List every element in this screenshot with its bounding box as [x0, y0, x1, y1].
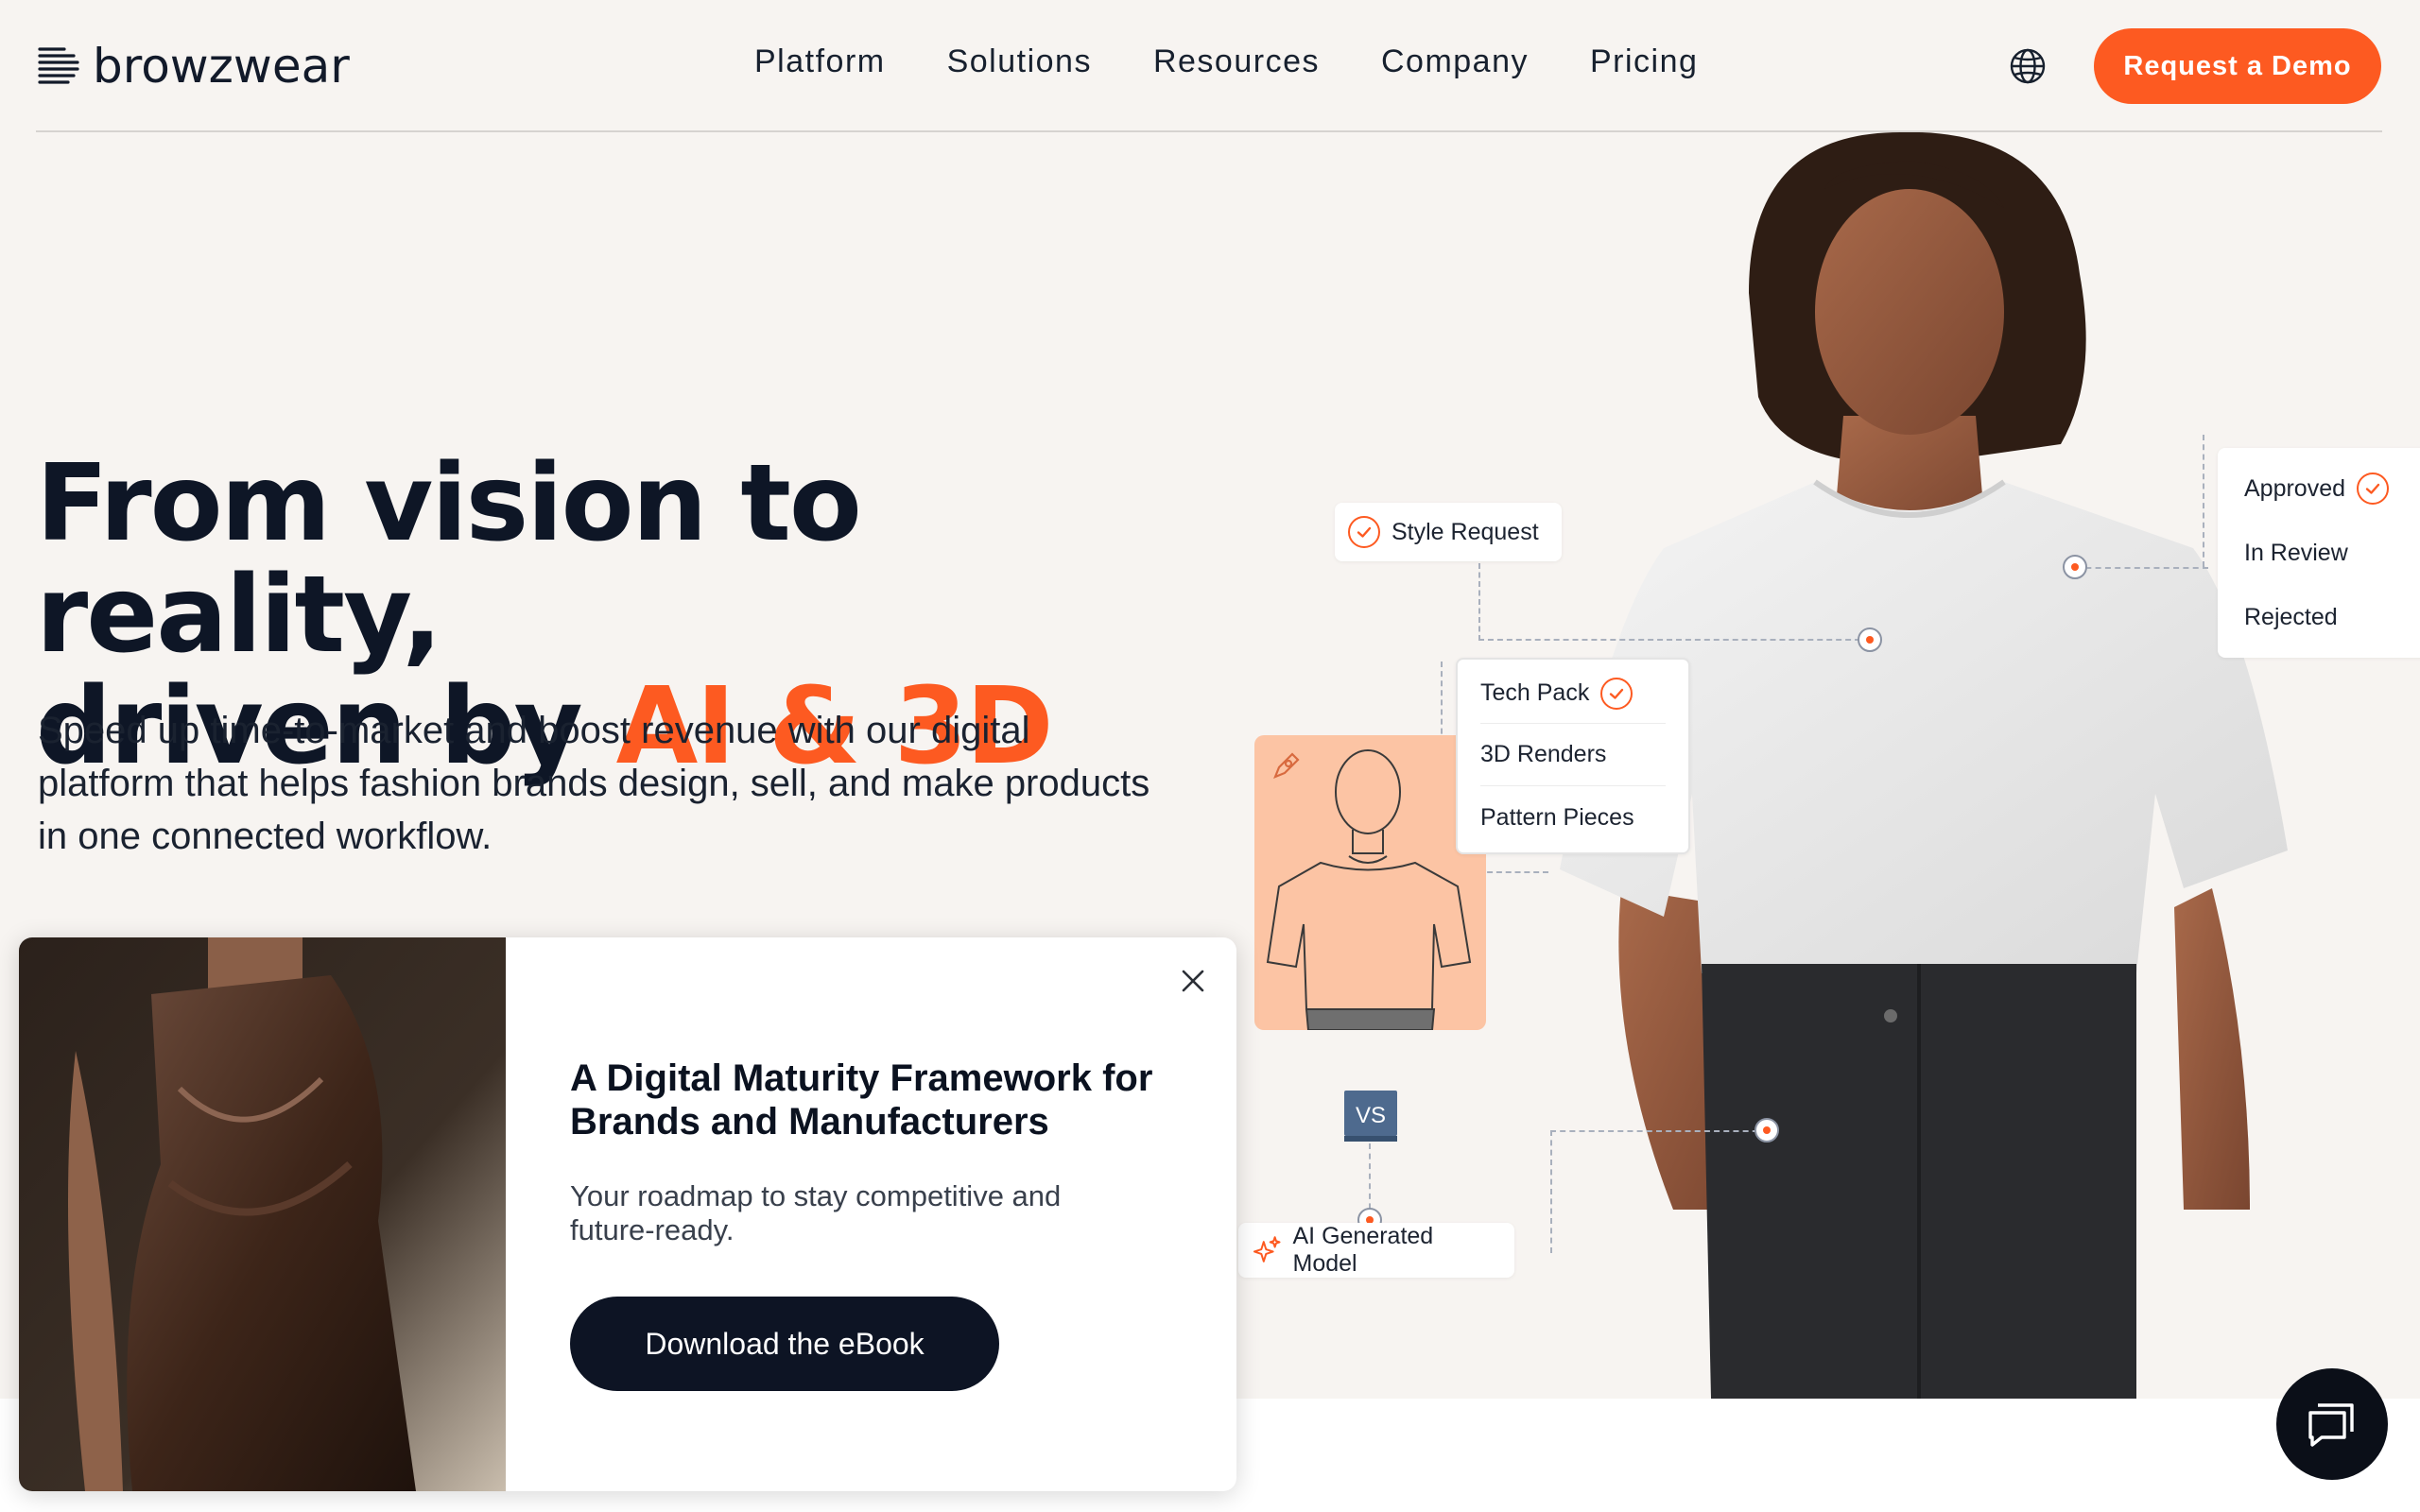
pattern-pieces-label: Pattern Pieces	[1480, 803, 1634, 831]
site-header: browzwear Platform Solutions Resources C…	[0, 0, 2420, 132]
nav-item-resources[interactable]: Resources	[1153, 43, 1320, 80]
page: browzwear Platform Solutions Resources C…	[0, 0, 2420, 1512]
hotspot-pin[interactable]	[1858, 627, 1882, 652]
status-approved-label: Approved	[2244, 474, 2346, 502]
connector-line	[1478, 563, 1480, 641]
download-ebook-button[interactable]: Download the eBook	[570, 1297, 999, 1391]
logo-text: browzwear	[93, 39, 350, 94]
status-approved[interactable]: Approved	[2244, 456, 2390, 521]
hero-subtext: Speed up time-to-market and boost revenu…	[38, 710, 1150, 857]
status-rejected[interactable]: Rejected	[2244, 585, 2338, 649]
connector-line	[1478, 639, 1870, 641]
ebook-popup: A Digital Maturity Framework for Brands …	[19, 937, 1236, 1491]
nav-item-company[interactable]: Company	[1381, 43, 1529, 80]
status-in-review[interactable]: In Review	[2244, 521, 2348, 585]
nav-item-platform[interactable]: Platform	[754, 43, 886, 80]
ai-model-tag: AI Generated Model	[1238, 1223, 1514, 1278]
renders-row[interactable]: 3D Renders	[1480, 724, 1666, 786]
request-demo-button[interactable]: Request a Demo	[2094, 28, 2381, 104]
logo-mark-icon	[38, 47, 79, 84]
style-request-tag: Style Request	[1335, 503, 1562, 561]
tech-pack-label: Tech Pack	[1480, 679, 1590, 706]
chat-button[interactable]	[2276, 1368, 2388, 1480]
sketch-card	[1254, 735, 1486, 1030]
connector-line	[2203, 435, 2204, 567]
style-request-label: Style Request	[1392, 518, 1539, 545]
headline-line-1: From vision to reality,	[36, 442, 862, 677]
renders-label: 3D Renders	[1480, 741, 1607, 767]
ai-model-label: AI Generated Model	[1292, 1223, 1434, 1277]
connector-line	[1550, 1130, 1552, 1253]
connector-line	[1550, 1130, 1768, 1132]
check-icon	[1348, 516, 1380, 548]
tech-pack-card: Tech Pack 3D Renders Pattern Pieces	[1456, 658, 1690, 854]
status-card: Approved In Review Rejected	[2218, 448, 2420, 658]
status-in-review-label: In Review	[2244, 539, 2348, 566]
nav-item-pricing[interactable]: Pricing	[1590, 43, 1698, 80]
logo[interactable]: browzwear	[36, 39, 350, 94]
hotspot-pin[interactable]	[2063, 555, 2087, 579]
nav-item-solutions[interactable]: Solutions	[947, 43, 1092, 80]
popup-dress-image	[19, 937, 506, 1491]
connector-line	[2076, 567, 2208, 569]
vs-label: VS	[1356, 1103, 1386, 1128]
check-icon	[2357, 472, 2390, 505]
vs-icon: VS	[1342, 1091, 1399, 1143]
check-icon	[1600, 677, 1634, 710]
main-nav: Platform Solutions Resources Company Pri…	[754, 43, 1698, 80]
pattern-pieces-row[interactable]: Pattern Pieces	[1480, 786, 1666, 849]
popup-title: A Digital Maturity Framework for Brands …	[570, 1057, 1153, 1143]
pen-icon	[1273, 752, 1300, 779]
chat-icon	[2308, 1403, 2354, 1447]
sparkle-icon	[1253, 1236, 1281, 1263]
status-rejected-label: Rejected	[2244, 603, 2338, 630]
close-icon[interactable]	[1172, 960, 1214, 1002]
hotspot-pin[interactable]	[1754, 1118, 1779, 1143]
globe-icon[interactable]	[2009, 47, 2047, 85]
popup-description: Your roadmap to stay competitive and fut…	[570, 1179, 1062, 1246]
tech-pack-row[interactable]: Tech Pack	[1480, 663, 1666, 724]
